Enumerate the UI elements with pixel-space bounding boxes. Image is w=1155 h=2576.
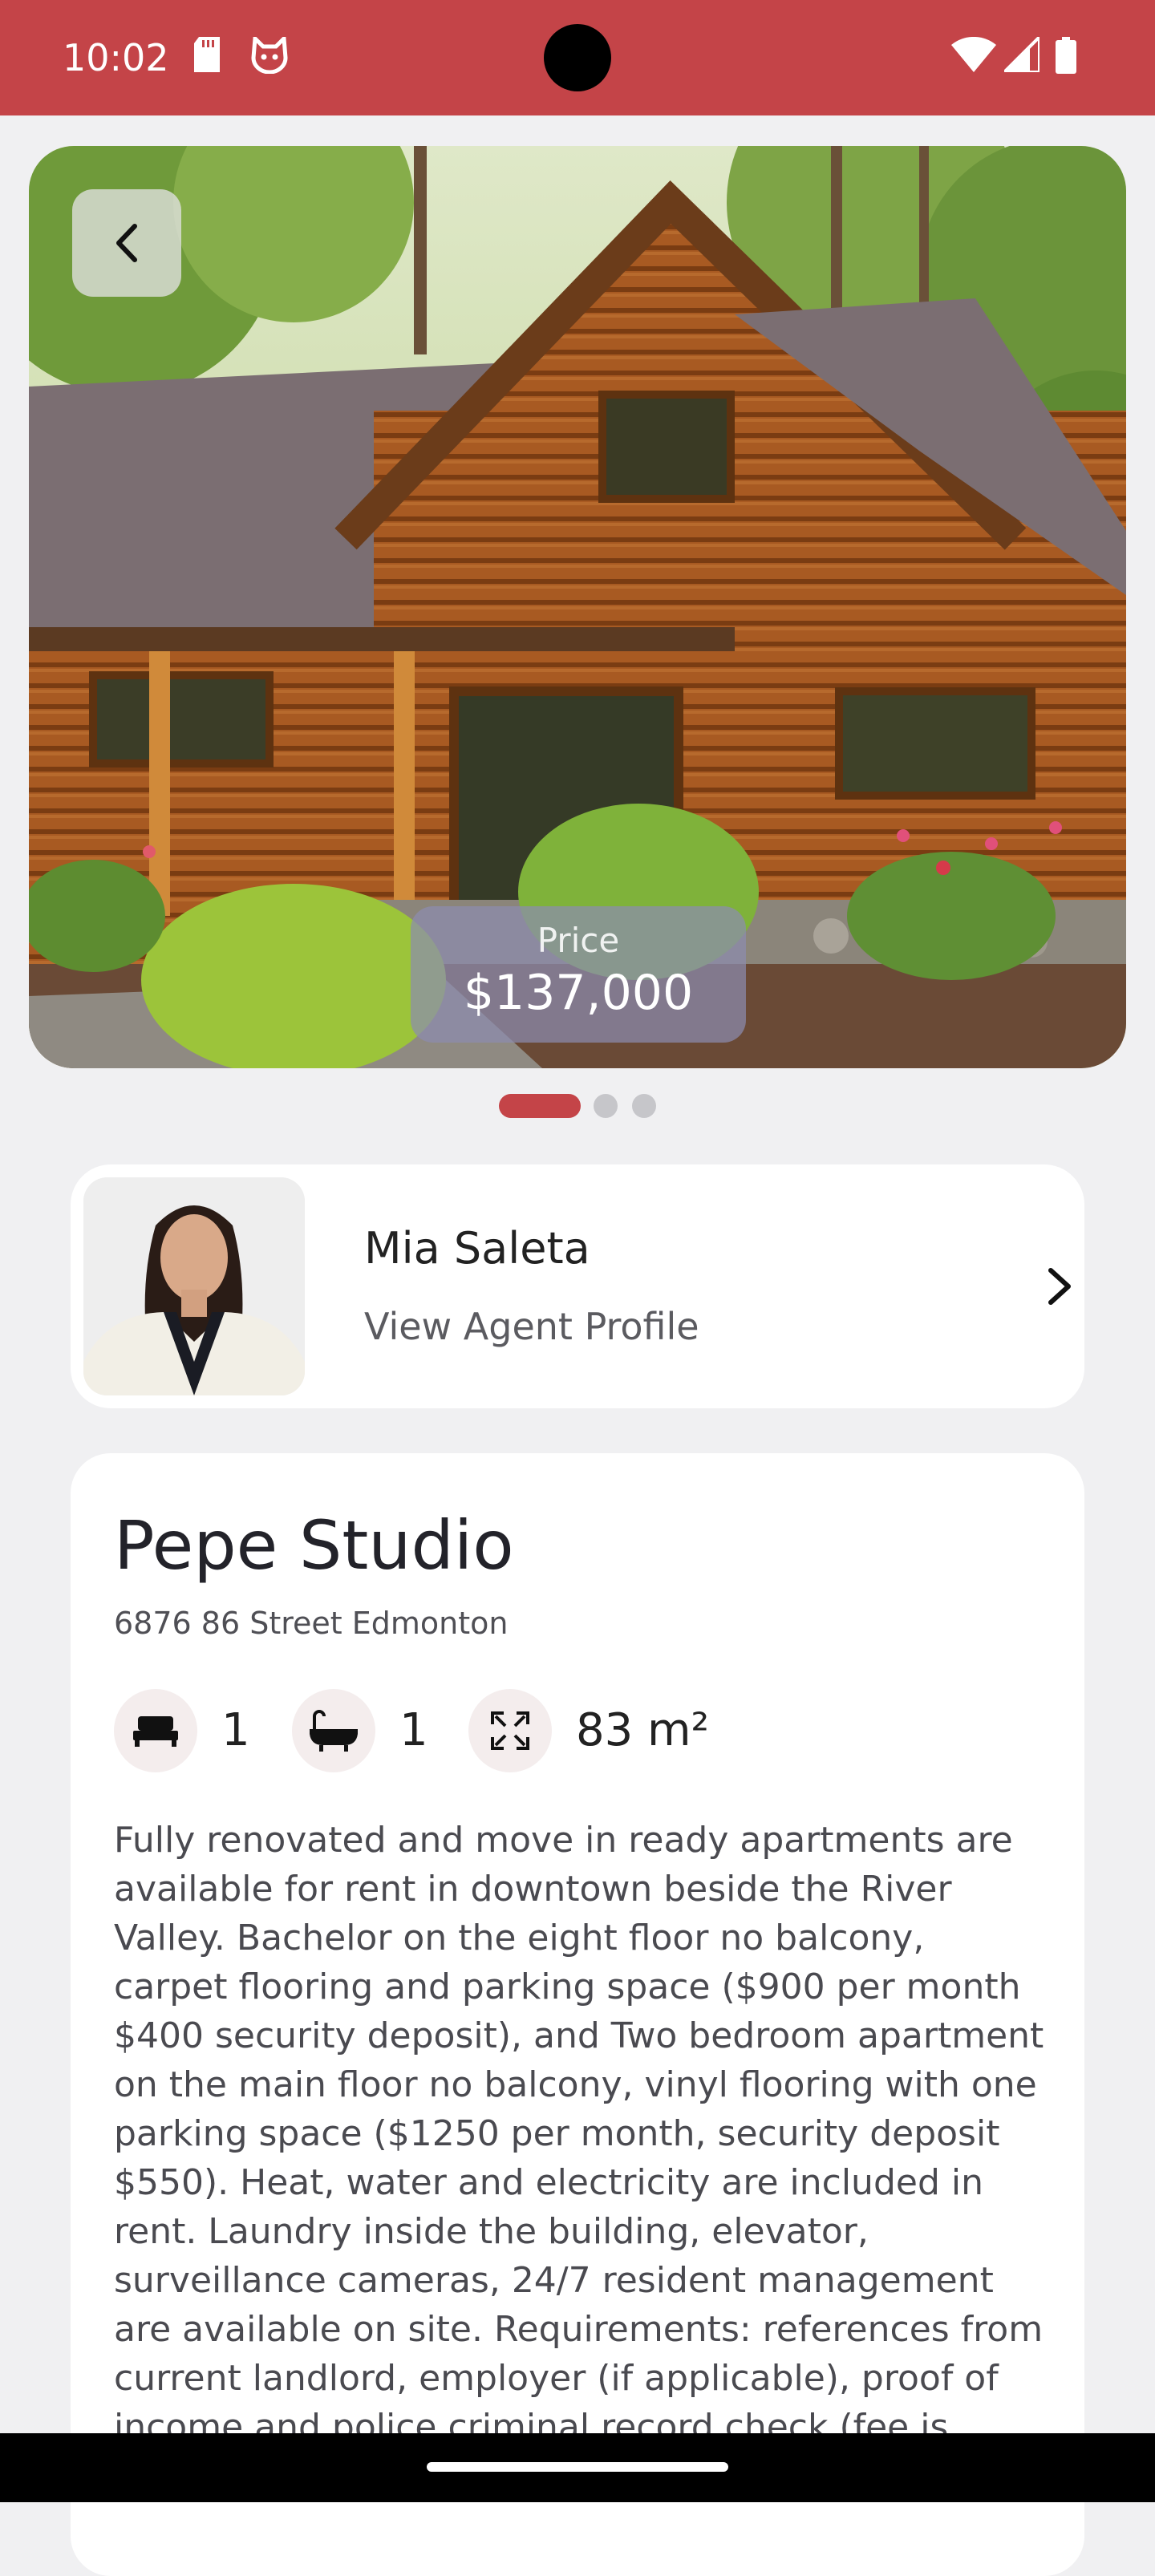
battery-icon (1056, 37, 1076, 74)
feature-area: 83 m² (468, 1689, 709, 1772)
expand-area-icon (468, 1689, 552, 1772)
pager-dot[interactable] (632, 1094, 656, 1118)
view-agent-profile-link[interactable]: View Agent Profile (364, 1302, 699, 1351)
pager-dot-active[interactable] (499, 1094, 581, 1118)
sd-card-icon (194, 37, 220, 72)
feature-bathrooms: 1 (292, 1689, 428, 1772)
home-gesture-handle[interactable] (427, 2462, 728, 2472)
chevron-right-icon[interactable] (1046, 1267, 1073, 1306)
property-image-carousel[interactable]: Price $137,000 (29, 146, 1126, 1068)
wifi-icon (951, 37, 996, 72)
price-card: Price $137,000 (411, 906, 746, 1043)
status-time: 10:02 (63, 36, 169, 79)
status-bar: 10:02 (0, 0, 1155, 115)
agent-name: Mia Saleta (364, 1223, 590, 1274)
listing-address: 6876 86 Street Edmonton (114, 1606, 509, 1641)
price-label: Price (537, 921, 620, 960)
cat-face-icon (251, 37, 288, 74)
listing-details-card: Pepe Studio 6876 86 Street Edmonton 1 1 (71, 1453, 1084, 2576)
bed-icon (114, 1689, 197, 1772)
camera-cutout (544, 24, 611, 91)
pager-dot[interactable] (594, 1094, 618, 1118)
carousel-pager (0, 1094, 1155, 1120)
bathtub-icon (292, 1689, 375, 1772)
area-value: 83 m² (576, 1704, 710, 1756)
listing-description: Fully renovated and move in ready apartm… (114, 1820, 1044, 2448)
feature-bedrooms: 1 (114, 1689, 250, 1772)
agent-avatar (83, 1177, 305, 1395)
chevron-left-icon (116, 224, 137, 262)
agent-profile-card[interactable]: Mia Saleta View Agent Profile (71, 1164, 1084, 1408)
signal-icon (1004, 37, 1040, 72)
listing-title: Pepe Studio (114, 1506, 514, 1585)
bathrooms-count: 1 (399, 1704, 428, 1756)
price-value: $137,000 (463, 965, 694, 1021)
back-button[interactable] (72, 189, 181, 297)
bedrooms-count: 1 (221, 1704, 250, 1756)
system-navigation-bar (0, 2433, 1155, 2502)
